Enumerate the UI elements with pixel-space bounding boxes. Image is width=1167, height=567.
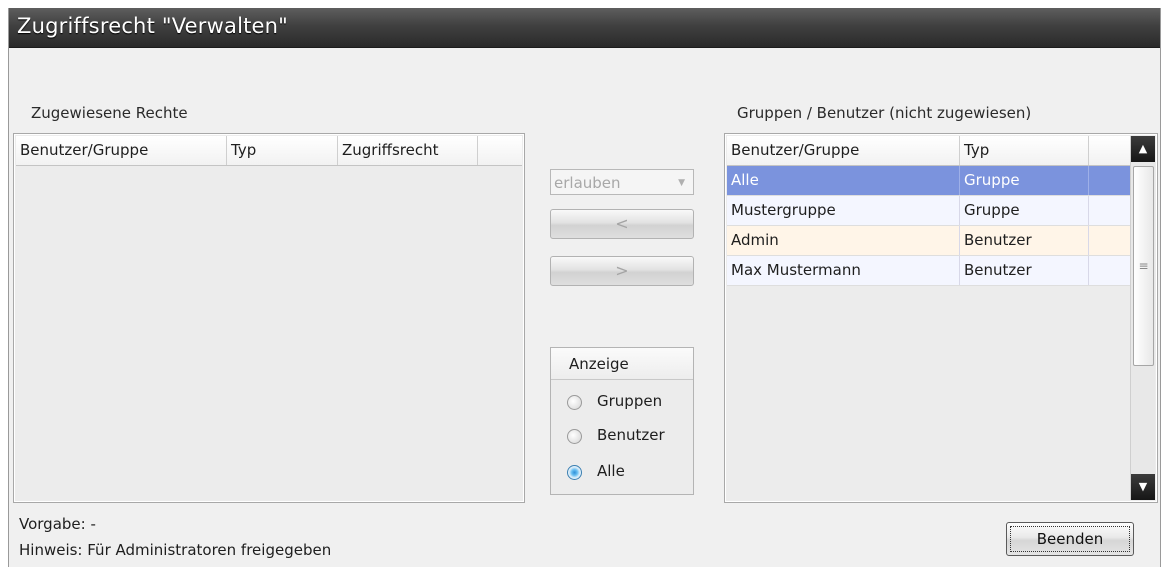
- cell-type: Gruppe: [960, 196, 1089, 225]
- radio-icon[interactable]: [567, 395, 582, 410]
- hint-text: Hinweis: Für Administratoren freigegeben: [19, 541, 332, 559]
- cell-name: Max Mustermann: [727, 256, 960, 285]
- radio-label-all: Alle: [597, 462, 625, 480]
- cell-filler: [1089, 226, 1130, 255]
- column-header-type[interactable]: Typ: [227, 136, 338, 165]
- window-title: Zugriffsrecht "Verwalten": [17, 14, 289, 38]
- table-row[interactable]: Admin Benutzer: [727, 226, 1130, 256]
- cell-filler: [1089, 166, 1130, 195]
- cell-name: Alle: [727, 166, 960, 195]
- cell-type: Gruppe: [960, 166, 1089, 195]
- display-filter-group: Anzeige Gruppen Benutzer Alle: [550, 347, 694, 495]
- scroll-down-icon[interactable]: ▼: [1131, 474, 1155, 500]
- assigned-rights-grid[interactable]: Benutzer/Gruppe Typ Zugriffsrecht: [13, 133, 525, 503]
- column-header-filler: [1089, 136, 1130, 165]
- cell-type: Benutzer: [960, 256, 1089, 285]
- radio-label-groups: Gruppen: [597, 392, 663, 410]
- radio-label-users: Benutzer: [597, 426, 665, 444]
- scroll-up-icon[interactable]: ▲: [1131, 136, 1155, 162]
- table-row[interactable]: Mustergruppe Gruppe: [727, 196, 1130, 226]
- unassign-button[interactable]: >: [550, 256, 694, 286]
- assigned-rights-label: Zugewiesene Rechte: [31, 104, 188, 122]
- table-row[interactable]: Max Mustermann Benutzer: [727, 256, 1130, 286]
- scrollbar-thumb[interactable]: ≡: [1133, 166, 1154, 366]
- assign-button[interactable]: <: [550, 209, 694, 239]
- cell-filler: [1089, 196, 1130, 225]
- title-bar[interactable]: Zugriffsrecht "Verwalten": [9, 8, 1160, 48]
- dropdown-arrow-icon: ▼: [678, 178, 685, 188]
- cell-filler: [1089, 256, 1130, 285]
- column-header-access-right[interactable]: Zugriffsrecht: [338, 136, 478, 165]
- display-filter-header: Anzeige: [551, 348, 693, 380]
- permission-select[interactable]: erlauben ▼: [550, 169, 694, 195]
- table-row[interactable]: Alle Gruppe: [727, 166, 1130, 196]
- radio-checked-icon[interactable]: [567, 465, 582, 480]
- cell-type: Benutzer: [960, 226, 1089, 255]
- permission-select-value: erlauben: [554, 174, 621, 192]
- close-button[interactable]: Beenden: [1006, 522, 1134, 556]
- column-header-type[interactable]: Typ: [960, 136, 1089, 165]
- cell-name: Mustergruppe: [727, 196, 960, 225]
- cell-name: Admin: [727, 226, 960, 255]
- column-header-user-group[interactable]: Benutzer/Gruppe: [16, 136, 227, 165]
- radio-icon[interactable]: [567, 429, 582, 444]
- assigned-grid-header: Benutzer/Gruppe Typ Zugriffsrecht: [16, 136, 522, 166]
- grip-icon: ≡: [1138, 259, 1149, 273]
- column-header-user-group[interactable]: Benutzer/Gruppe: [727, 136, 960, 165]
- unassigned-grid-header: Benutzer/Gruppe Typ: [727, 136, 1130, 166]
- close-button-label: Beenden: [1010, 526, 1130, 552]
- unassigned-label: Gruppen / Benutzer (nicht zugewiesen): [737, 104, 1032, 122]
- access-rights-window: Zugriffsrecht "Verwalten" Zugewiesene Re…: [8, 8, 1161, 567]
- default-text: Vorgabe: -: [19, 515, 96, 533]
- unassigned-grid[interactable]: Benutzer/Gruppe Typ Alle Gruppe Mustergr…: [724, 133, 1158, 503]
- vertical-scrollbar[interactable]: ▲ ≡ ▼: [1130, 136, 1155, 500]
- column-header-filler: [478, 136, 522, 165]
- display-filter-title: Anzeige: [569, 355, 629, 373]
